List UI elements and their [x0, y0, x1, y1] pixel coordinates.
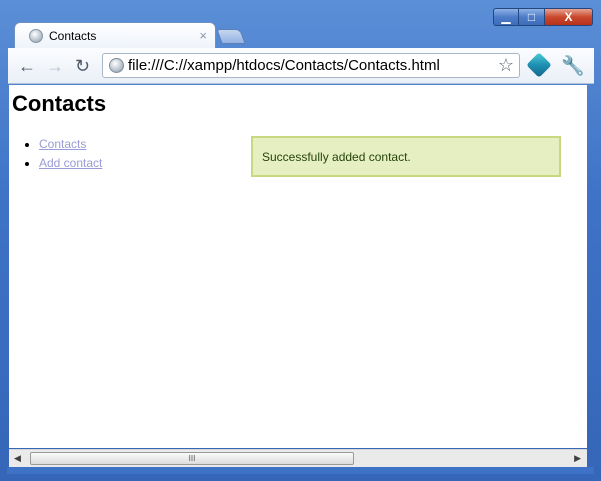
horizontal-scrollbar[interactable]: ◀ III ▶: [9, 449, 587, 467]
window-controls: ▁ □ X: [493, 8, 593, 26]
scrollbar-thumb[interactable]: III: [30, 452, 354, 465]
page-content: Contacts Contacts Add contact Successful…: [9, 85, 587, 448]
address-bar[interactable]: file:///C://xampp/htdocs/Contacts/Contac…: [102, 53, 520, 78]
maximize-button[interactable]: □: [519, 8, 545, 26]
new-tab-button[interactable]: [216, 29, 246, 44]
page-icon: [109, 58, 124, 73]
scroll-right-icon[interactable]: ▶: [574, 453, 581, 464]
url-text[interactable]: file:///C://xampp/htdocs/Contacts/Contac…: [128, 57, 440, 74]
list-item: Contacts: [39, 137, 102, 156]
close-tab-icon[interactable]: ×: [199, 28, 207, 43]
add-contact-link[interactable]: Add contact: [39, 156, 102, 170]
nav-list: Contacts Add contact: [9, 137, 102, 175]
page-title: Contacts: [12, 91, 107, 116]
tab-contacts[interactable]: Contacts ×: [14, 22, 216, 49]
success-notice: Successfully added contact.: [251, 136, 561, 177]
wrench-icon[interactable]: 🔧: [561, 54, 585, 78]
list-item: Add contact: [39, 156, 102, 175]
minimize-button[interactable]: ▁: [493, 8, 519, 26]
scroll-left-icon[interactable]: ◀: [14, 453, 21, 464]
browser-window: ▁ □ X Contacts × ← → ↻ file:///C://xampp…: [0, 0, 601, 481]
back-arrow-icon[interactable]: ←: [18, 57, 36, 75]
close-window-button[interactable]: X: [545, 8, 593, 26]
extension-icon[interactable]: [526, 52, 552, 78]
contacts-link[interactable]: Contacts: [39, 137, 86, 151]
reload-icon[interactable]: ↻: [75, 57, 90, 75]
bookmark-star-icon[interactable]: ☆: [498, 55, 514, 76]
browser-toolbar: ← → ↻ file:///C://xampp/htdocs/Contacts/…: [8, 48, 594, 84]
tab-title: Contacts: [49, 29, 97, 43]
globe-icon: [29, 29, 43, 43]
forward-arrow-icon[interactable]: →: [46, 57, 64, 75]
window-bottom-border: [7, 467, 594, 474]
